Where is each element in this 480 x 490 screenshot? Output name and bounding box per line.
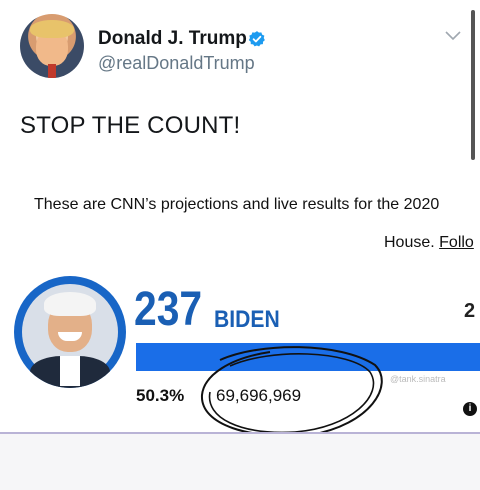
electoral-vote-count: 237 bbox=[134, 283, 203, 336]
article-text-prefix: House. bbox=[384, 234, 440, 251]
footer-area bbox=[0, 434, 480, 490]
article-text-line: These are CNN’s projections and live res… bbox=[34, 196, 440, 213]
chevron-down-icon[interactable] bbox=[444, 30, 462, 42]
handle[interactable]: @realDonaldTrump bbox=[98, 53, 255, 74]
verified-badge-icon bbox=[248, 31, 265, 47]
scrollbar[interactable] bbox=[471, 10, 475, 160]
watermark: @tank.sinatra bbox=[390, 374, 446, 384]
article-text-line-2: House. Follo bbox=[384, 234, 474, 252]
opponent-vote-count: 2 bbox=[464, 300, 476, 322]
tweet-text: STOP THE COUNT! bbox=[20, 112, 241, 139]
candidate-avatar bbox=[14, 276, 126, 388]
follow-link[interactable]: Follo bbox=[439, 234, 474, 251]
candidate-name: BIDEN bbox=[214, 306, 280, 333]
info-icon[interactable]: i bbox=[463, 402, 477, 416]
display-name[interactable]: Donald J. Trump bbox=[98, 28, 247, 50]
hand-drawn-circle-annotation bbox=[200, 346, 383, 437]
tweet-header: Donald J. Trump @realDonaldTrump bbox=[0, 0, 480, 100]
avatar[interactable] bbox=[20, 14, 84, 78]
vote-percent: 50.3% bbox=[136, 386, 185, 405]
